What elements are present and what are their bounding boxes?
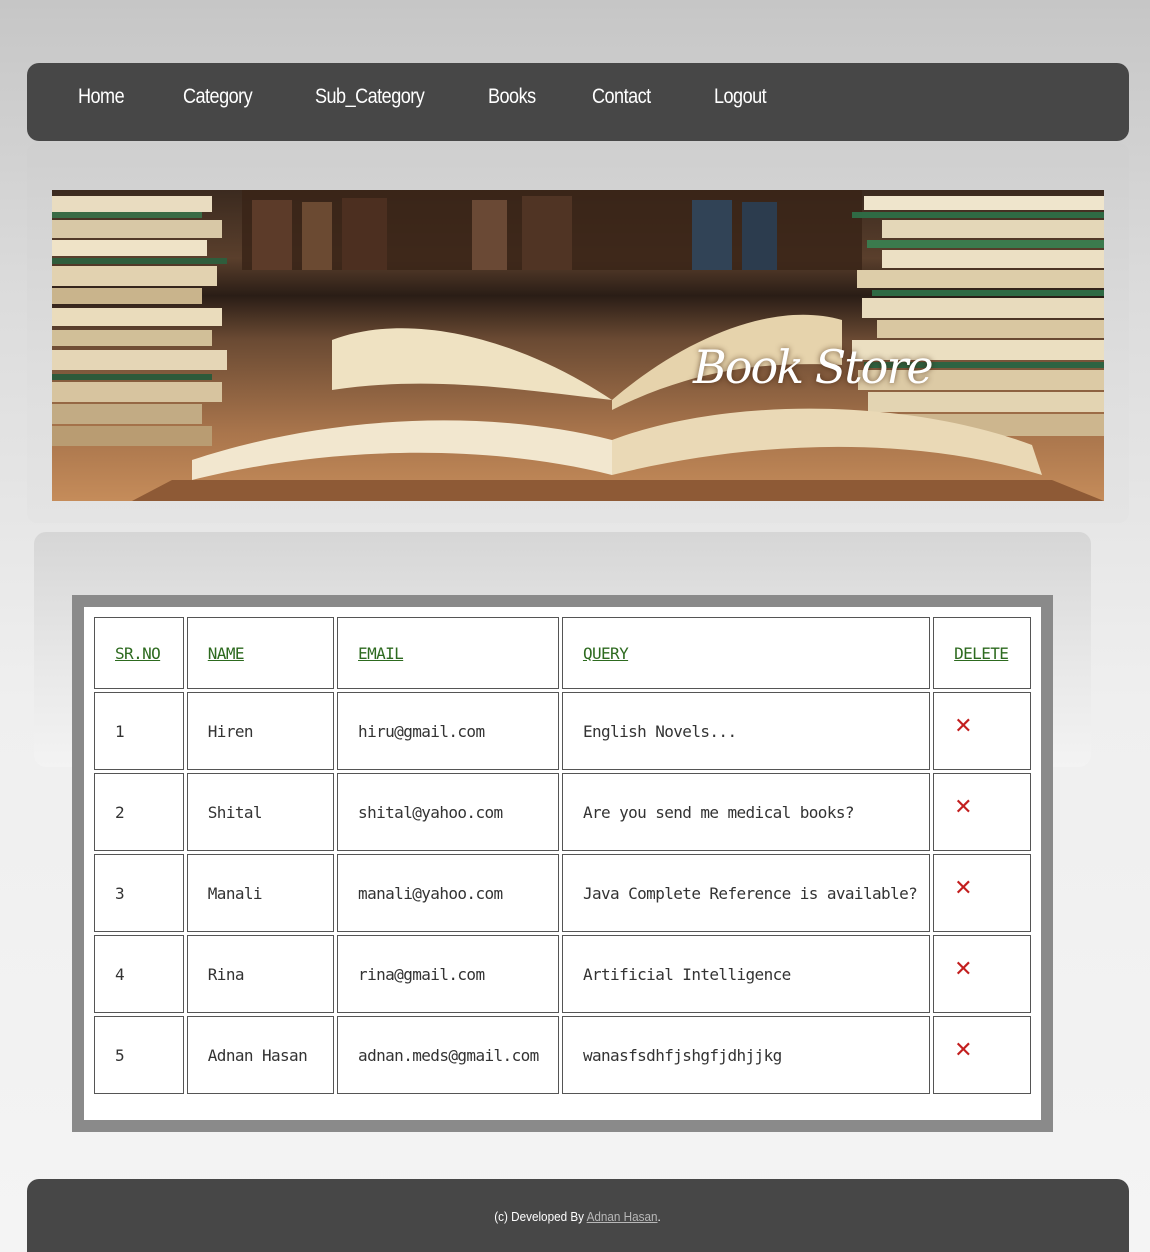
cell-name: Hiren (186, 692, 335, 770)
cell-email: rina@gmail.com (337, 935, 559, 1013)
cell-query: Artificial Intelligence (561, 935, 931, 1013)
cell-srno: 1 (94, 692, 184, 770)
cell-srno: 3 (94, 854, 184, 932)
footer-suffix: . (657, 1209, 662, 1224)
cell-query: Java Complete Reference is available? (561, 854, 931, 932)
delete-icon[interactable]: ✕ (954, 795, 972, 820)
cell-query: Are you send me medical books? (561, 773, 931, 851)
cell-srno: 4 (94, 935, 184, 1013)
top-navbar: Home Category Sub_Category Books Contact… (27, 63, 1129, 141)
nav-logout[interactable]: Logout (714, 85, 767, 109)
cell-email: manali@yahoo.com (337, 854, 559, 932)
banner-image: Book Store (52, 190, 1104, 501)
nav-books[interactable]: Books (488, 85, 536, 109)
cell-delete: ✕ (933, 1016, 1031, 1094)
header-srno[interactable]: SR.NO (94, 617, 184, 689)
header-name[interactable]: NAME (186, 617, 335, 689)
delete-icon[interactable]: ✕ (954, 714, 972, 739)
cell-email: shital@yahoo.com (337, 773, 559, 851)
table-row: 4 Rina rina@gmail.com Artificial Intelli… (94, 935, 1031, 1013)
footer-prefix: (c) Developed By (494, 1209, 588, 1224)
nav-category[interactable]: Category (183, 85, 253, 109)
cell-email: adnan.meds@gmail.com (337, 1016, 559, 1094)
table-row: 5 Adnan Hasan adnan.meds@gmail.com wanas… (94, 1016, 1031, 1094)
header-query[interactable]: QUERY (561, 617, 931, 689)
delete-icon[interactable]: ✕ (954, 957, 972, 982)
table-header-row: SR.NO NAME EMAIL QUERY DELETE (94, 617, 1031, 689)
table-row: 2 Shital shital@yahoo.com Are you send m… (94, 773, 1031, 851)
cell-delete: ✕ (933, 773, 1031, 851)
queries-table-frame: SR.NO NAME EMAIL QUERY DELETE 1 Hiren hi… (72, 595, 1053, 1132)
nav-sub-category[interactable]: Sub_Category (315, 85, 425, 109)
banner-title: Book Store (693, 340, 934, 394)
footer-author-link[interactable]: Adnan Hasan (587, 1209, 658, 1224)
footer-text: (c) Developed By Adnan Hasan. (495, 1209, 662, 1224)
table-row: 1 Hiren hiru@gmail.com English Novels...… (94, 692, 1031, 770)
cell-delete: ✕ (933, 854, 1031, 932)
queries-table: SR.NO NAME EMAIL QUERY DELETE 1 Hiren hi… (91, 614, 1034, 1097)
cell-srno: 5 (94, 1016, 184, 1094)
nav-home[interactable]: Home (78, 85, 125, 109)
footer: (c) Developed By Adnan Hasan. (27, 1179, 1129, 1252)
delete-icon[interactable]: ✕ (954, 1038, 972, 1063)
header-email[interactable]: EMAIL (337, 617, 559, 689)
cell-email: hiru@gmail.com (337, 692, 559, 770)
cell-name: Manali (186, 854, 335, 932)
cell-query: wanasfsdhfjshgfjdhjjkg (561, 1016, 931, 1094)
cell-name: Shital (186, 773, 335, 851)
queries-table-container: SR.NO NAME EMAIL QUERY DELETE 1 Hiren hi… (84, 607, 1041, 1120)
cell-delete: ✕ (933, 935, 1031, 1013)
header-delete[interactable]: DELETE (933, 617, 1031, 689)
cell-name: Adnan Hasan (186, 1016, 335, 1094)
cell-name: Rina (186, 935, 335, 1013)
bookstore-banner-graphic (52, 190, 1104, 501)
cell-delete: ✕ (933, 692, 1031, 770)
table-row: 3 Manali manali@yahoo.com Java Complete … (94, 854, 1031, 932)
cell-srno: 2 (94, 773, 184, 851)
delete-icon[interactable]: ✕ (954, 876, 972, 901)
nav-contact[interactable]: Contact (592, 85, 651, 109)
cell-query: English Novels... (561, 692, 931, 770)
